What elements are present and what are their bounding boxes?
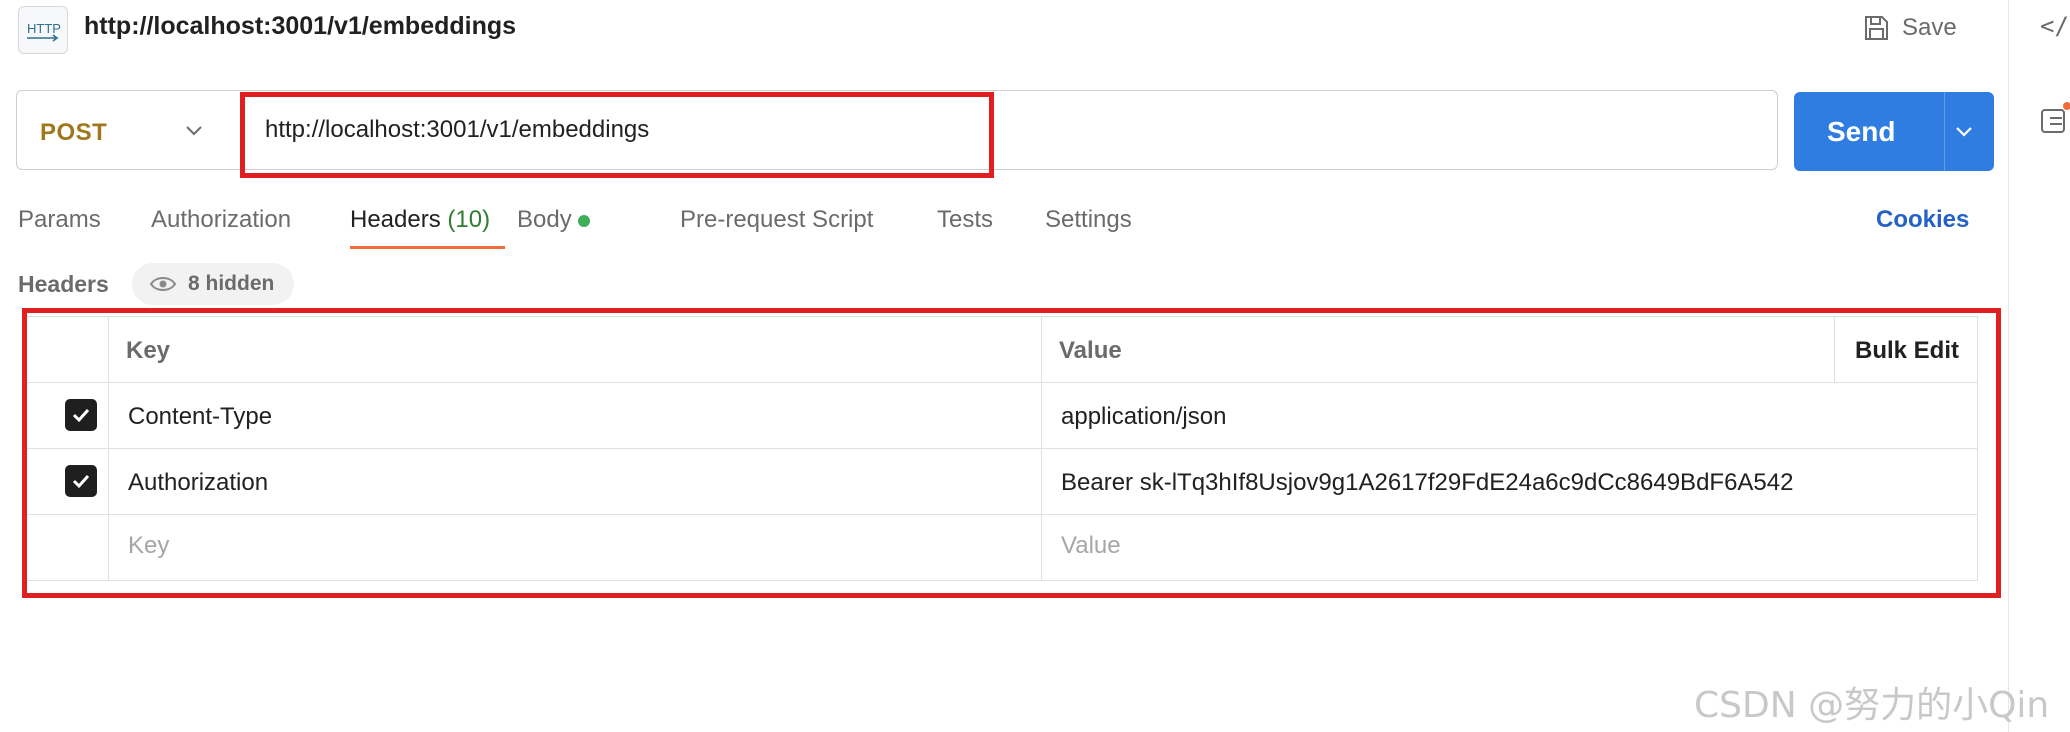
cookies-link[interactable]: Cookies [1876, 206, 1969, 234]
send-separator [1944, 92, 1945, 171]
tab-pre-request-script[interactable]: Pre-request Script [680, 206, 873, 234]
hidden-count-label: 8 hidden [188, 272, 275, 295]
code-icon[interactable]: </ [2040, 12, 2069, 40]
tab-params[interactable]: Params [18, 206, 101, 234]
page-title: http://localhost:3001/v1/embeddings [84, 12, 517, 40]
tab-body-label: Body [517, 206, 572, 233]
body-status-dot [577, 214, 590, 227]
method-select[interactable]: POST [40, 119, 107, 147]
save-button[interactable]: Save [1862, 10, 1957, 46]
eye-icon [150, 277, 176, 291]
tab-tests[interactable]: Tests [937, 206, 993, 234]
http-icon: HTTP [18, 6, 68, 54]
tab-headers[interactable]: Headers (10) [350, 206, 490, 234]
tab-settings[interactable]: Settings [1045, 206, 1132, 234]
documentation-icon[interactable] [2040, 100, 2070, 134]
url-highlight-box [240, 92, 994, 178]
tab-body[interactable]: Body [517, 206, 590, 234]
tab-headers-label: Headers [350, 206, 441, 233]
headers-highlight-box [22, 308, 2001, 598]
tab-authorization[interactable]: Authorization [151, 206, 291, 234]
save-label: Save [1902, 14, 1957, 41]
tab-headers-count: (10) [447, 206, 491, 233]
send-label: Send [1827, 115, 1896, 147]
active-tab-indicator [350, 246, 505, 249]
watermark: CSDN @努力的小Qin [1694, 685, 2050, 726]
headers-section-title: Headers [18, 271, 109, 297]
chevron-down-icon[interactable] [182, 118, 206, 142]
hidden-headers-toggle[interactable]: 8 hidden [132, 263, 295, 305]
http-icon-text: HTTP [27, 21, 61, 36]
send-options-chevron-icon[interactable] [1952, 118, 1976, 142]
save-icon [1865, 16, 1888, 40]
send-button[interactable]: Send [1794, 92, 1994, 171]
right-sidebar-divider [2008, 0, 2009, 732]
